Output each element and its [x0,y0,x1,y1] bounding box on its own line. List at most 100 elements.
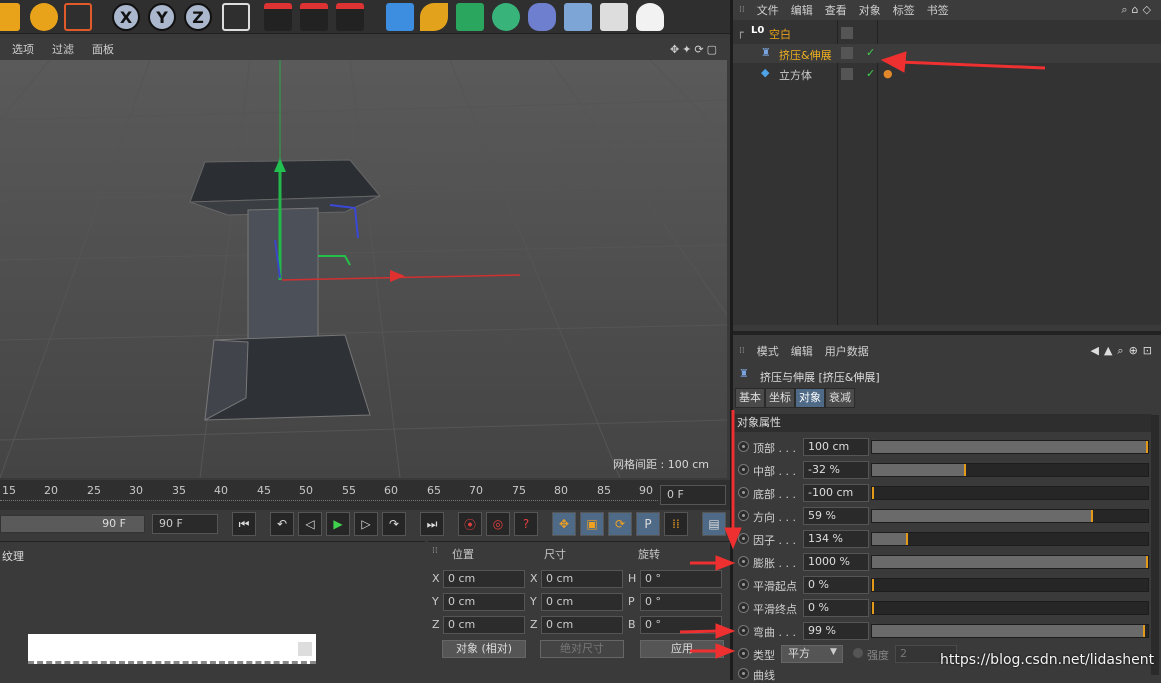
enabled-check-icon[interactable]: ✓ [866,46,875,59]
phong-tag-icon[interactable]: ● [883,67,893,80]
range-slider[interactable]: 90 F [0,515,145,533]
menu-file[interactable]: 文件 [757,2,779,18]
floor-icon[interactable] [564,3,592,31]
param-slider[interactable] [871,440,1149,454]
tab-coord[interactable]: 坐标 [765,388,795,408]
animate-dot-icon[interactable] [738,648,749,659]
param-slider[interactable] [871,578,1149,592]
param-slider[interactable] [871,555,1149,569]
animate-dot-icon[interactable] [738,464,749,475]
param-slider[interactable] [871,463,1149,477]
next-key-icon[interactable]: ↷ [382,512,406,536]
timeline-ruler[interactable]: 15 20 25 30 35 40 45 50 55 60 65 70 75 8… [0,480,730,510]
redo-icon[interactable] [30,3,58,31]
deformer-icon[interactable] [528,3,556,31]
timeline-window-icon[interactable]: ▤ [702,512,726,536]
camera-icon[interactable] [600,3,628,31]
light-icon[interactable] [636,3,664,31]
current-frame-field[interactable]: 0 F [660,485,726,505]
animate-dot-icon[interactable] [738,556,749,567]
animate-dot-icon[interactable] [738,510,749,521]
visibility-icon[interactable] [841,68,853,80]
key-position-icon[interactable]: ✥ [552,512,576,536]
nav-back-icon[interactable]: ◀▲⌕⊕⊡ [1090,344,1157,358]
animate-dot-icon[interactable] [738,487,749,498]
pos-z-field[interactable]: 0 cm [443,616,525,634]
key-parameter-icon[interactable]: P [636,512,660,536]
param-value-field[interactable]: 1000 % [803,553,869,571]
rot-p-field[interactable]: 0 ° [640,593,722,611]
3d-viewport[interactable]: 网格间距 : 100 cm [0,60,727,478]
param-value-field[interactable]: 59 % [803,507,869,525]
subdivision-icon[interactable] [456,3,484,31]
range-end-field[interactable]: 90 F [152,514,218,534]
animate-dot-icon[interactable] [738,625,749,636]
object-name-squash[interactable]: 挤压&伸展 [779,47,832,63]
param-slider[interactable] [871,624,1149,638]
z-axis-button[interactable]: Z [184,3,212,31]
param-value-field[interactable]: -32 % [803,461,869,479]
keyframe-help-icon[interactable]: ? [514,512,538,536]
animate-dot-icon[interactable] [738,668,749,679]
param-value-field[interactable]: 0 % [803,576,869,594]
tab-basic[interactable]: 基本 [735,388,765,408]
object-name-cube[interactable]: 立方体 [779,67,812,83]
pos-y-field[interactable]: 0 cm [443,593,525,611]
param-value-field[interactable]: 134 % [803,530,869,548]
tab-falloff[interactable]: 衰减 [825,388,855,408]
object-row-squash[interactable]: ♜ 挤压&伸展 ✓ [733,44,1161,63]
param-slider[interactable] [871,601,1149,615]
next-frame-icon[interactable]: ▷ [354,512,378,536]
menu-bookmarks[interactable]: 书签 [927,2,949,18]
param-value-field[interactable]: 99 % [803,622,869,640]
menu-tags[interactable]: 标签 [893,2,915,18]
cube-object-icon[interactable] [386,3,414,31]
key-scale-icon[interactable]: ▣ [580,512,604,536]
menu-view[interactable]: 查看 [825,2,847,18]
key-rotation-icon[interactable]: ⟳ [608,512,632,536]
material-tab-texture[interactable]: 纹理 [2,548,24,564]
pos-x-field[interactable]: 0 cm [443,570,525,588]
enabled-check-icon[interactable]: ✓ [866,67,875,80]
previous-frame-icon[interactable]: ◁ [298,512,322,536]
play-icon[interactable]: ▶ [326,512,350,536]
object-name-null[interactable]: 空白 [769,26,791,42]
menu-edit[interactable]: 编辑 [791,2,813,18]
select-tool-icon[interactable] [64,3,92,31]
apply-button[interactable]: 应用 [640,640,724,658]
animate-dot-icon[interactable] [738,579,749,590]
param-slider[interactable] [871,486,1149,500]
cloner-icon[interactable] [492,3,520,31]
search-icon[interactable]: ⌕⌂◇ [1121,3,1155,17]
go-to-start-icon[interactable]: ⏮ [232,512,256,536]
menu-mode[interactable]: 模式 [757,343,779,359]
render-picture-viewer-icon[interactable] [300,3,328,31]
viewport-menu-filter[interactable]: 过滤 [52,41,74,57]
coordinate-system-icon[interactable] [222,3,250,31]
record-keys-icon[interactable]: ⦿ [458,512,482,536]
animate-dot-icon[interactable] [738,533,749,544]
rot-b-field[interactable]: 0 ° [640,616,722,634]
object-row-cube[interactable]: ◆ 立方体 ✓ ● [733,65,1161,83]
previous-key-icon[interactable]: ↶ [270,512,294,536]
viewport-nav-icons[interactable]: ✥✦⟳▢ [670,43,720,56]
close-icon[interactable] [298,642,312,656]
render-view-icon[interactable] [264,3,292,31]
pen-spline-icon[interactable] [420,3,448,31]
param-value-field[interactable]: -100 cm [803,484,869,502]
go-to-end-icon[interactable]: ⏭ [420,512,444,536]
size-mode-select[interactable]: 绝对尺寸 [540,640,624,658]
tab-object[interactable]: 对象 [795,388,825,408]
size-z-field[interactable]: 0 cm [541,616,623,634]
coord-mode-select[interactable]: 对象 (相对) [442,640,526,658]
viewport-menu-panel[interactable]: 面板 [92,41,114,57]
visibility-icon[interactable] [841,47,853,59]
scrollbar[interactable] [1151,415,1159,675]
object-row-null[interactable]: ┌ L0 空白 [733,24,1161,42]
render-settings-icon[interactable] [336,3,364,31]
size-x-field[interactable]: 0 cm [541,570,623,588]
animate-dot-icon[interactable] [738,602,749,613]
visibility-icon[interactable] [841,27,853,39]
animate-dot-icon[interactable] [738,441,749,452]
y-axis-button[interactable]: Y [148,3,176,31]
